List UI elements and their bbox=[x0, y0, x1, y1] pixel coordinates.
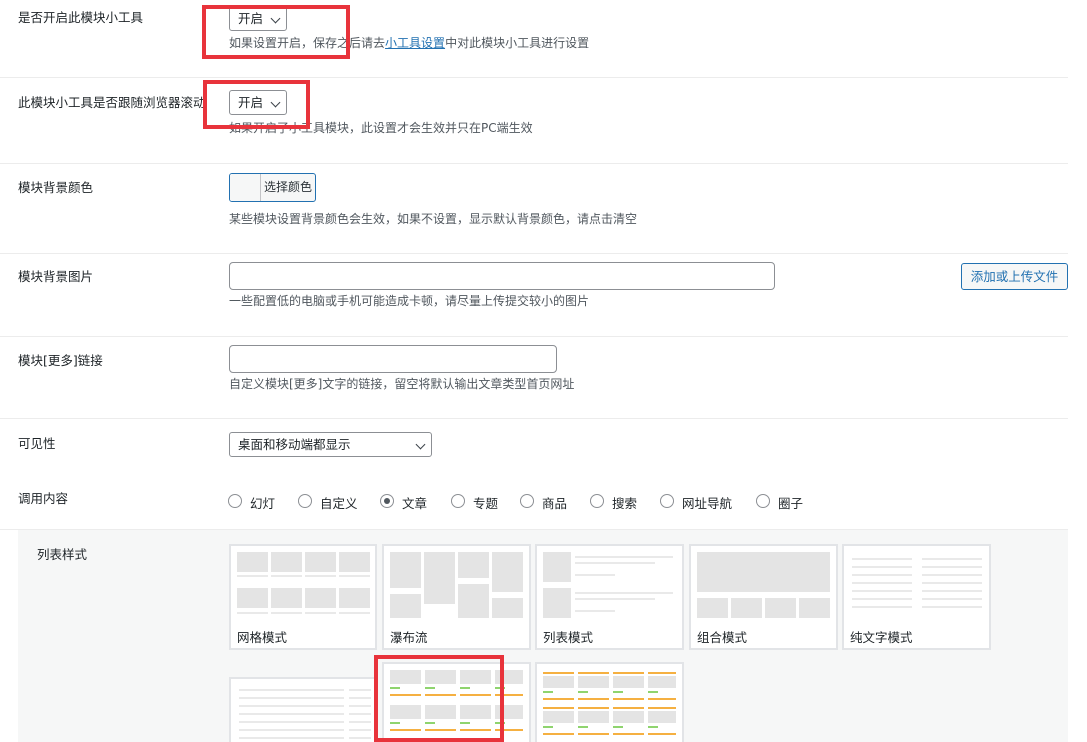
style-option-8[interactable] bbox=[535, 662, 684, 742]
chevron-down-icon bbox=[415, 439, 426, 450]
follow-scroll-label: 此模块小工具是否跟随浏览器滚动 bbox=[18, 95, 206, 110]
visibility-select[interactable]: 桌面和移动端都显示 bbox=[229, 432, 432, 457]
row-content: 调用内容 bbox=[0, 474, 1068, 530]
chevron-down-icon bbox=[270, 13, 281, 24]
radio-button[interactable] bbox=[228, 494, 242, 508]
list-thumbnail bbox=[543, 550, 676, 622]
color-swatch bbox=[230, 174, 261, 201]
row-visibility: 可见性 桌面和移动端都显示 bbox=[0, 419, 1068, 474]
style-option-combo[interactable]: 组合模式 bbox=[689, 544, 838, 650]
waterfall-thumbnail bbox=[390, 550, 523, 622]
more-link-input[interactable] bbox=[229, 345, 557, 373]
more-link-label: 模块[更多]链接 bbox=[18, 353, 103, 368]
select-color-button[interactable]: 选择颜色 bbox=[229, 173, 316, 202]
content-label: 调用内容 bbox=[18, 491, 69, 506]
list-style-label: 列表样式 bbox=[37, 547, 88, 562]
upload-file-button[interactable]: 添加或上传文件 bbox=[961, 263, 1068, 290]
bg-color-description: 某些模块设置背景颜色会生效，如果不设置，显示默认背景颜色，请点击清空 bbox=[229, 212, 638, 226]
bg-image-url-input[interactable] bbox=[229, 262, 775, 290]
radio-button[interactable] bbox=[756, 494, 770, 508]
option-8-thumbnail bbox=[543, 668, 676, 740]
style-option-grid[interactable]: 网格模式 bbox=[229, 544, 377, 650]
bg-color-label: 模块背景颜色 bbox=[18, 180, 94, 195]
option-7-thumbnail bbox=[390, 668, 523, 740]
select-color-label: 选择颜色 bbox=[264, 180, 313, 194]
bg-image-description: 一些配置低的电脑或手机可能造成卡顿，请尽量上传提交较小的图片 bbox=[229, 294, 590, 308]
radio-button[interactable] bbox=[590, 494, 604, 508]
style-option-list[interactable]: 列表模式 bbox=[535, 544, 684, 650]
visibility-value: 桌面和移动端都显示 bbox=[238, 437, 351, 452]
more-link-description: 自定义模块[更多]文字的链接，留空将默认输出文章类型首页网址 bbox=[229, 377, 575, 391]
row-widget-enable: 是否开启此模块小工具 开启 如果设置开启，保存之后请去小工具设置中对此模块小工具… bbox=[0, 0, 1068, 78]
follow-scroll-value: 开启 bbox=[238, 95, 264, 110]
widget-settings-link[interactable]: 小工具设置 bbox=[385, 36, 445, 50]
radio-button-checked[interactable] bbox=[380, 494, 394, 508]
widget-enable-select[interactable]: 开启 bbox=[229, 6, 287, 31]
style-option-text[interactable]: 纯文字模式 bbox=[842, 544, 991, 650]
radio-button[interactable] bbox=[451, 494, 465, 508]
radio-button[interactable] bbox=[660, 494, 674, 508]
widget-enable-description: 如果设置开启，保存之后请去小工具设置中对此模块小工具进行设置 bbox=[229, 36, 590, 50]
row-follow-scroll: 此模块小工具是否跟随浏览器滚动 开启 如果开启了小工具模块，此设置才会生效并只在… bbox=[0, 78, 1068, 164]
row-bg-color: 模块背景颜色 某些模块设置背景颜色会生效，如果不设置，显示默认背景颜色，请点击清… bbox=[0, 164, 1068, 254]
style-option-7[interactable] bbox=[382, 662, 531, 742]
chevron-down-icon bbox=[270, 97, 281, 108]
option-6-thumbnail bbox=[237, 683, 371, 742]
settings-panel: 是否开启此模块小工具 开启 如果设置开启，保存之后请去小工具设置中对此模块小工具… bbox=[0, 0, 1087, 742]
follow-scroll-select[interactable]: 开启 bbox=[229, 90, 287, 115]
combo-thumbnail bbox=[697, 550, 830, 622]
style-option-waterfall[interactable]: 瀑布流 bbox=[382, 544, 531, 650]
style-option-6[interactable] bbox=[229, 677, 377, 742]
radio-button[interactable] bbox=[520, 494, 534, 508]
widget-enable-value: 开启 bbox=[238, 11, 264, 26]
grid-thumbnail bbox=[237, 550, 370, 622]
visibility-label: 可见性 bbox=[18, 436, 56, 451]
widget-enable-label: 是否开启此模块小工具 bbox=[18, 10, 144, 25]
follow-scroll-description: 如果开启了小工具模块，此设置才会生效并只在PC端生效 bbox=[229, 121, 533, 135]
bg-image-label: 模块背景图片 bbox=[18, 269, 94, 284]
text-thumbnail bbox=[850, 550, 983, 622]
radio-button[interactable] bbox=[298, 494, 312, 508]
